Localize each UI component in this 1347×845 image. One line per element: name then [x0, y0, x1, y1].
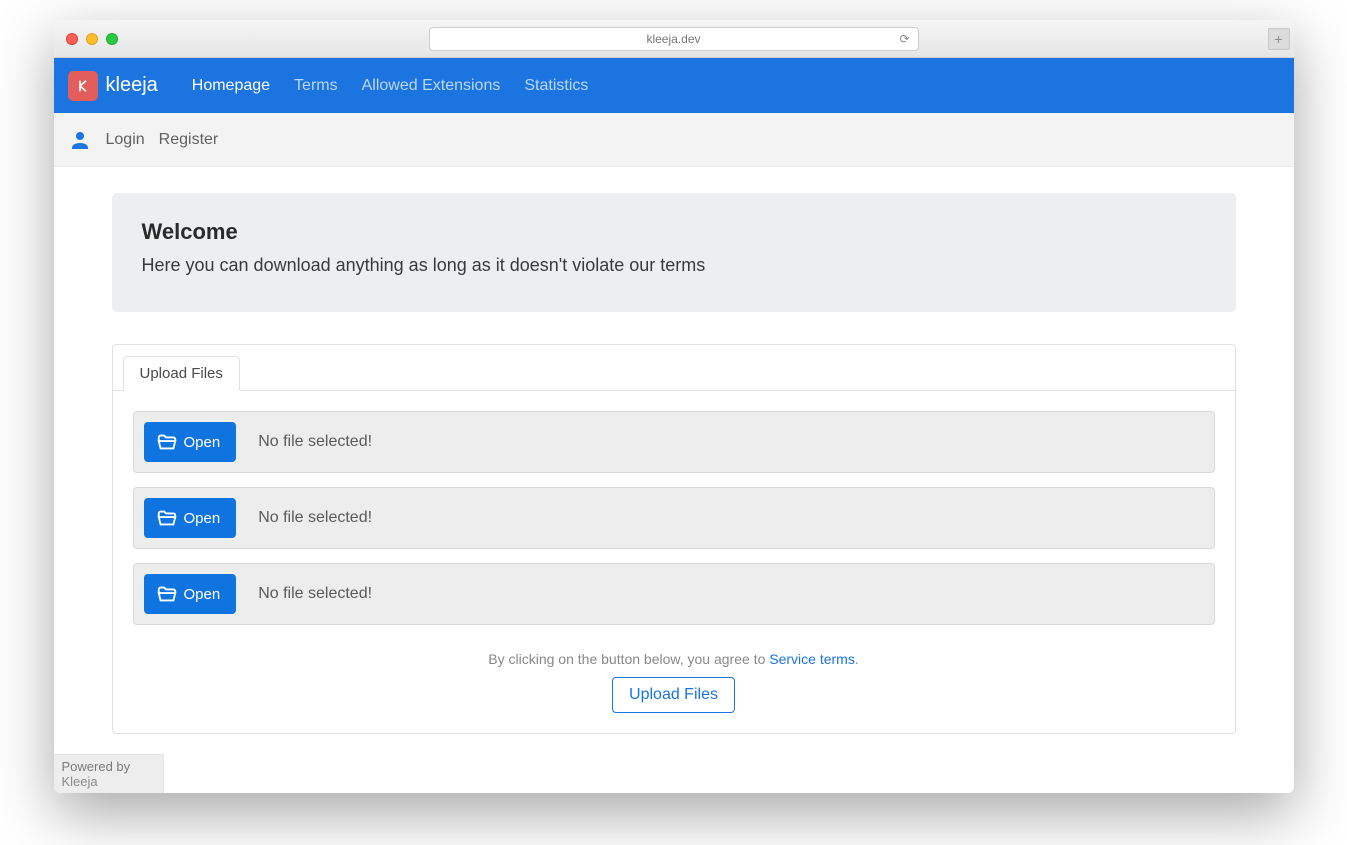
brand-name: kleeja	[106, 74, 158, 97]
open-label: Open	[184, 510, 221, 527]
reload-icon[interactable]: ⟳	[899, 32, 909, 46]
upload-card-body: Open No file selected! Open No file sele…	[113, 391, 1235, 733]
file-status: No file selected!	[258, 585, 372, 603]
open-file-button[interactable]: Open	[144, 422, 237, 462]
user-navbar: Login Register	[54, 113, 1294, 167]
footer-link[interactable]: Kleeja	[62, 774, 98, 789]
nav-homepage[interactable]: Homepage	[184, 77, 278, 95]
folder-open-icon	[156, 507, 178, 529]
welcome-title: Welcome	[142, 219, 1206, 245]
upload-files-button[interactable]: Upload Files	[612, 677, 735, 713]
window-minimize-button[interactable]	[86, 33, 98, 45]
file-status: No file selected!	[258, 509, 372, 527]
open-label: Open	[184, 434, 221, 451]
file-row: Open No file selected!	[133, 487, 1215, 549]
footer-prefix: Powered by	[62, 759, 131, 774]
browser-titlebar: kleeja.dev ⟳ +	[54, 20, 1294, 58]
folder-open-icon	[156, 583, 178, 605]
file-status: No file selected!	[258, 433, 372, 451]
welcome-subtitle: Here you can download anything as long a…	[142, 255, 1206, 276]
main-navbar: kleeja Homepage Terms Allowed Extensions…	[54, 58, 1294, 113]
address-bar[interactable]: kleeja.dev ⟳	[429, 27, 919, 51]
footer: Powered by Kleeja	[54, 754, 164, 793]
nav-terms[interactable]: Terms	[286, 77, 346, 95]
window-controls	[66, 33, 118, 45]
nav-allowed-extensions[interactable]: Allowed Extensions	[354, 77, 509, 95]
nav-statistics[interactable]: Statistics	[516, 77, 596, 95]
register-link[interactable]: Register	[159, 131, 219, 149]
user-icon	[68, 128, 92, 152]
upload-card: Upload Files Open No file selected! Open…	[112, 344, 1236, 734]
agree-prefix: By clicking on the button below, you agr…	[488, 651, 769, 667]
upload-tabs: Upload Files	[113, 345, 1235, 391]
welcome-banner: Welcome Here you can download anything a…	[112, 193, 1236, 312]
open-file-button[interactable]: Open	[144, 498, 237, 538]
login-link[interactable]: Login	[106, 131, 145, 149]
agree-text: By clicking on the button below, you agr…	[133, 651, 1215, 667]
window-close-button[interactable]	[66, 33, 78, 45]
new-tab-button[interactable]: +	[1268, 28, 1290, 50]
folder-open-icon	[156, 431, 178, 453]
service-terms-link[interactable]: Service terms	[769, 651, 855, 667]
page-content: Welcome Here you can download anything a…	[54, 167, 1294, 754]
file-row: Open No file selected!	[133, 411, 1215, 473]
brand[interactable]: kleeja	[68, 71, 158, 101]
open-label: Open	[184, 586, 221, 603]
browser-window: kleeja.dev ⟳ + kleeja Homepage Terms All…	[54, 20, 1294, 793]
tab-upload-files[interactable]: Upload Files	[123, 356, 240, 391]
address-text: kleeja.dev	[646, 32, 700, 46]
window-maximize-button[interactable]	[106, 33, 118, 45]
open-file-button[interactable]: Open	[144, 574, 237, 614]
agree-suffix: .	[855, 651, 859, 667]
brand-logo-icon	[68, 71, 98, 101]
file-row: Open No file selected!	[133, 563, 1215, 625]
